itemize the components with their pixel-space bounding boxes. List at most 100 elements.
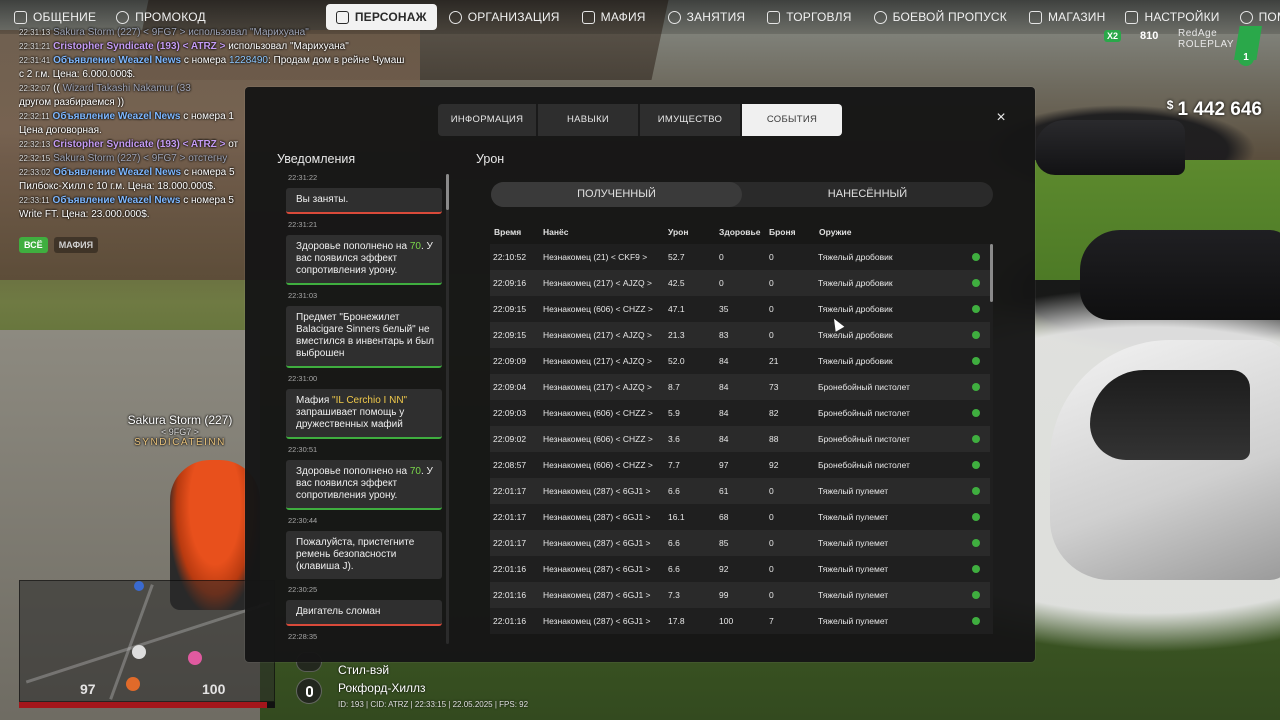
- nav-label: ПЕРСОНАЖ: [354, 10, 427, 24]
- table-cell: 84: [719, 382, 729, 392]
- table-cell: 0: [769, 278, 774, 288]
- microphone-button[interactable]: [296, 678, 322, 704]
- chat-text: 1228490: [229, 55, 268, 66]
- table-row[interactable]: 22:09:03 Незнакомец (606) < CHZZ > 5.9 84 82…: [490, 400, 990, 426]
- status-dot-icon: [972, 279, 980, 287]
- chat-text: с номера: [181, 55, 230, 66]
- chat-text: Sakura Storm (227) < 9FG7 > использовал …: [53, 27, 309, 38]
- damage-table-header: Время Нанёс Урон Здоровье Броня Оружие: [491, 227, 991, 239]
- table-cell: Незнакомец (606) < CHZZ >: [543, 460, 653, 470]
- notification: 22:31:00 Мафия "IL Cerchio I NN" запрашив…: [286, 374, 442, 439]
- chat-text: с 2 г.м. Цена: 6.000.000$.: [19, 69, 136, 80]
- nav-label: ПОМОЩЬ: [1258, 10, 1280, 24]
- status-dot-icon: [972, 487, 980, 495]
- table-cell: 6.6: [668, 538, 680, 548]
- notification-card: Пожалуйста, пристегните ремень безопасно…: [286, 531, 442, 579]
- nav-center-4[interactable]: ТОРГОВЛЯ: [757, 4, 861, 30]
- nav-center-1[interactable]: ОРГАНИЗАЦИЯ: [439, 4, 570, 30]
- armor-value: 100: [202, 681, 226, 697]
- column-header: Урон: [668, 227, 689, 237]
- notifications-list[interactable]: 22:31:22 Вы заняты. 22:31:21 Здоровье попол…: [286, 173, 442, 643]
- brand-line2: ROLEPLAY: [1178, 39, 1235, 50]
- status-dot-icon: [972, 357, 980, 365]
- calendar-icon: [667, 10, 681, 24]
- chat-timestamp: 22:32:11: [19, 112, 50, 121]
- table-row[interactable]: 22:01:16 Незнакомец (287) < 6GJ1 > 17.8 100…: [490, 608, 990, 634]
- scrollbar-thumb[interactable]: [446, 174, 449, 210]
- damage-switch-0[interactable]: ПОЛУЧЕННЫЙ: [491, 182, 742, 207]
- table-cell: 22:09:16: [493, 278, 527, 288]
- money-value: 1 442 646: [1177, 99, 1262, 120]
- table-row[interactable]: 22:01:17 Незнакомец (287) < 6GJ1 > 6.6 61 0 Т…: [490, 478, 990, 504]
- damage-scrollbar[interactable]: [990, 244, 993, 634]
- chat-tab-1[interactable]: МАФИЯ: [53, 237, 99, 253]
- table-row[interactable]: 22:09:16 Незнакомец (217) < AJZQ > 42.5 0 0 Т…: [490, 270, 990, 296]
- table-cell: 22:09:02: [493, 434, 527, 444]
- table-cell: 85: [719, 538, 729, 548]
- close-button[interactable]: ×: [994, 110, 1008, 126]
- table-cell: 0: [769, 564, 774, 574]
- brand-text: RedAge ROLEPLAY: [1178, 28, 1234, 50]
- chat-line: с 2 г.м. Цена: 6.000.000$.: [19, 68, 449, 82]
- column-header: Время: [494, 227, 522, 237]
- table-cell: 0: [769, 538, 774, 548]
- table-cell: 61: [719, 486, 729, 496]
- help-icon: [1239, 10, 1253, 24]
- table-row[interactable]: 22:01:17 Незнакомец (287) < 6GJ1 > 6.6 85 0 Т…: [490, 530, 990, 556]
- scrollbar-thumb[interactable]: [990, 244, 993, 302]
- table-row[interactable]: 22:09:04 Незнакомец (217) < AJZQ > 8.7 84 73…: [490, 374, 990, 400]
- table-cell: Незнакомец (287) < 6GJ1 >: [543, 512, 651, 522]
- chat-tab-0[interactable]: ВСЁ: [19, 237, 48, 253]
- table-row[interactable]: 22:08:57 Незнакомец (606) < CHZZ > 7.7 97 92…: [490, 452, 990, 478]
- table-cell: 52.0: [668, 356, 685, 366]
- chat-icon: [14, 10, 27, 24]
- nav-center-2[interactable]: МАФИЯ: [572, 4, 656, 30]
- nav-center-5[interactable]: БОЕВОЙ ПРОПУСК: [864, 4, 1017, 30]
- tab-3[interactable]: СОБЫТИЯ: [742, 104, 842, 136]
- skull-icon: [188, 651, 202, 665]
- table-cell: 0: [769, 486, 774, 496]
- table-cell: 3.6: [668, 434, 680, 444]
- chat-text: : Продам дом в рейне Чумаш: [267, 55, 405, 66]
- table-cell: Бронебойный пистолет: [818, 408, 910, 418]
- tab-0[interactable]: ИНФОРМАЦИЯ: [438, 104, 538, 136]
- table-row[interactable]: 22:01:16 Незнакомец (287) < 6GJ1 > 7.3 99 0 Т…: [490, 582, 990, 608]
- column-header: Нанёс: [543, 227, 569, 237]
- notification-time: 22:30:51: [288, 445, 318, 454]
- table-cell: Тяжелый пулемет: [818, 564, 889, 574]
- table-cell: Тяжелый пулемет: [818, 590, 889, 600]
- tab-1[interactable]: НАВЫКИ: [538, 104, 640, 136]
- table-cell: 97: [719, 460, 729, 470]
- chat-text: ((: [53, 83, 63, 94]
- damage-switch-1[interactable]: НАНЕСЁННЫЙ: [742, 182, 993, 207]
- table-row[interactable]: 22:09:09 Незнакомец (217) < AJZQ > 52.0 84 2…: [490, 348, 990, 374]
- damage-title: Урон: [476, 152, 505, 166]
- status-dot-icon: [972, 539, 980, 547]
- chat-text: Write FT. Цена: 23.000.000$.: [19, 209, 150, 220]
- table-cell: Незнакомец (287) < 6GJ1 >: [543, 538, 651, 548]
- table-cell: 0: [769, 330, 774, 340]
- notifications-scrollbar[interactable]: [446, 174, 449, 644]
- notification-card: Мафия "IL Cerchio I NN" запрашивает помо…: [286, 389, 442, 439]
- notification-card: Двигатель сломан: [286, 600, 442, 626]
- table-cell: Тяжелый дробовик: [818, 252, 893, 262]
- table-row[interactable]: 22:01:17 Незнакомец (287) < 6GJ1 > 16.1 68 0…: [490, 504, 990, 530]
- table-row[interactable]: 22:01:16 Незнакомец (287) < 6GJ1 > 6.6 92 0 Т…: [490, 556, 990, 582]
- table-row[interactable]: 22:09:02 Незнакомец (606) < CHZZ > 3.6 84 88…: [490, 426, 990, 452]
- nav-label: ОБЩЕНИЕ: [33, 10, 97, 24]
- table-cell: 16.1: [668, 512, 685, 522]
- table-row[interactable]: 22:09:15 Незнакомец (606) < CHZZ > 47.1 35 0…: [490, 296, 990, 322]
- chat-timestamp: 22:31:13: [19, 28, 51, 37]
- status-dot-icon: [972, 461, 980, 469]
- tab-2[interactable]: ИМУЩЕСТВО: [640, 104, 742, 136]
- table-row[interactable]: 22:10:52 Незнакомец (21) < CKF9 > 52.7 0 0 Тя…: [490, 244, 990, 270]
- table-cell: Тяжелый дробовик: [818, 278, 893, 288]
- nav-center-3[interactable]: ЗАНЯТИЯ: [658, 4, 756, 30]
- table-row[interactable]: 22:09:15 Незнакомец (217) < AJZQ > 21.3 83 0…: [490, 322, 990, 348]
- player-name: Sakura Storm (227): [127, 413, 233, 427]
- chat-line: 22:31:13 Sakura Storm (227) < 9FG7 > испо…: [19, 26, 449, 40]
- chat-line: 22:31:41 Объявление Weazel News с номера …: [19, 54, 449, 68]
- column-header: Оружие: [819, 227, 852, 237]
- table-cell: 73: [769, 382, 779, 392]
- damage-table[interactable]: 22:10:52 Незнакомец (21) < CKF9 > 52.7 0 0 Тя…: [490, 244, 990, 634]
